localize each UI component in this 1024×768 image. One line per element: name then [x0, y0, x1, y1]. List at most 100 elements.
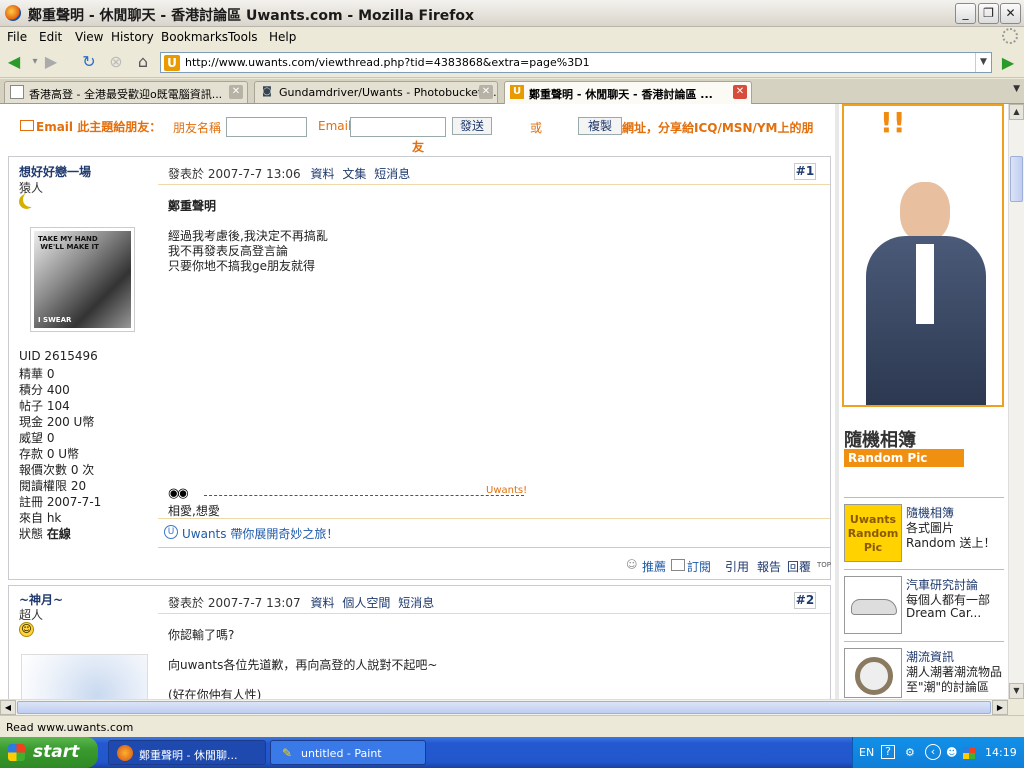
- or-label: 或: [530, 121, 543, 135]
- tray-flag-icon[interactable]: [963, 747, 975, 759]
- recommend-icon: ☺: [626, 558, 638, 571]
- menu-history[interactable]: History: [111, 30, 154, 44]
- tray-settings-icon[interactable]: ⚙: [905, 746, 915, 759]
- camera-icon: ◙: [262, 86, 272, 97]
- help-icon[interactable]: ?: [881, 745, 895, 759]
- stat-read-permission: 閱讀權限 20: [19, 479, 87, 493]
- back-icon[interactable]: ◀: [3, 52, 25, 72]
- stat-register-date: 註冊 2007-7-1: [19, 495, 102, 509]
- post-1-author-panel: 想好好戀一場 猿人 TAKE MY HAND WE'LL MAKE IT I S…: [9, 157, 157, 579]
- friend-name-input[interactable]: [226, 117, 307, 137]
- uwants-logo-icon: U: [164, 525, 178, 539]
- reload-icon[interactable]: ↻: [78, 52, 100, 72]
- send-button[interactable]: 發送: [452, 117, 492, 135]
- status-text: Read www.uwants.com: [6, 721, 134, 734]
- smiley-icon: ☺: [19, 622, 34, 637]
- link-profile[interactable]: 資料: [311, 596, 335, 610]
- author-name[interactable]: 想好好戀一場: [19, 163, 91, 180]
- tab-photobucket[interactable]: ◙ Gundamdriver/Uwants - Photobucket -...…: [254, 81, 498, 103]
- window-title: 鄭重聲明 - 休閒聊天 - 香港討論區 Uwants.com - Mozilla…: [28, 8, 475, 24]
- forward-icon[interactable]: ▶: [40, 52, 62, 72]
- ad-banner[interactable]: !!: [842, 104, 1004, 407]
- go-arrow-icon[interactable]: ▶: [998, 53, 1018, 73]
- reply-button[interactable]: 回覆: [787, 558, 811, 575]
- scroll-thumb[interactable]: [1010, 156, 1023, 202]
- stat-from: 來自 hk: [19, 511, 62, 525]
- signature-divider: [204, 495, 524, 496]
- stop-icon[interactable]: ⊗: [105, 52, 127, 72]
- home-icon[interactable]: ⌂: [132, 52, 154, 72]
- address-bar[interactable]: U http://www.uwants.com/viewthread.php?t…: [160, 52, 992, 73]
- report-button[interactable]: 報告: [757, 558, 781, 575]
- link-message[interactable]: 短消息: [398, 596, 434, 610]
- window-titlebar[interactable]: 鄭重聲明 - 休閒聊天 - 香港討論區 Uwants.com - Mozilla…: [0, 0, 1024, 27]
- scroll-corner: [1008, 699, 1024, 715]
- restore-button[interactable]: ❐: [978, 3, 999, 24]
- friend-email-input[interactable]: [350, 117, 446, 137]
- url-dropdown-icon[interactable]: ▼: [975, 53, 991, 72]
- horizontal-scrollbar[interactable]: ◀ ▶: [0, 699, 1008, 715]
- stat-status: 狀態 在線: [19, 525, 71, 542]
- tray-arrow-icon[interactable]: ‹: [925, 744, 941, 760]
- menu-bar: File Edit View History Bookmarks Tools H…: [0, 27, 1024, 47]
- scroll-down-icon[interactable]: ▼: [1009, 683, 1024, 699]
- tab-bar: 香港高登 - 全港最受歡迎o既電腦資訊... ✕ ◙ Gundamdriver/…: [0, 79, 1024, 104]
- url-text[interactable]: http://www.uwants.com/viewthread.php?tid…: [185, 56, 590, 69]
- top-button[interactable]: TOP: [817, 561, 831, 569]
- tab-close-icon[interactable]: ✕: [229, 85, 243, 99]
- throbber-icon: [1002, 28, 1018, 44]
- link-profile[interactable]: 資料: [311, 167, 335, 181]
- tab-list-dropdown-icon[interactable]: ▼: [1013, 84, 1020, 94]
- copy-button[interactable]: 複製: [578, 117, 622, 135]
- tray-users-icon[interactable]: ☻: [946, 746, 957, 759]
- stat-posts: 帖子 104: [19, 399, 70, 413]
- scroll-thumb[interactable]: [17, 701, 991, 714]
- tab-close-icon[interactable]: ✕: [479, 85, 493, 99]
- post-number[interactable]: #2: [794, 592, 816, 609]
- ad-item-car[interactable]: 汽車研究討論 每個人都有一部 Dream Car...: [844, 576, 1004, 638]
- menu-file[interactable]: File: [7, 30, 27, 44]
- link-space[interactable]: 個人空間: [342, 596, 390, 610]
- language-indicator[interactable]: EN: [859, 746, 874, 759]
- menu-help[interactable]: Help: [269, 30, 296, 44]
- post-1: 想好好戀一場 猿人 TAKE MY HAND WE'LL MAKE IT I S…: [8, 156, 831, 580]
- share-text: 網址，分享給ICQ/MSN/YM上的朋: [622, 121, 814, 135]
- post-number[interactable]: #1: [794, 163, 816, 180]
- vertical-scrollbar[interactable]: ▲ ▼: [1008, 104, 1024, 699]
- clock: 14:19: [985, 746, 1017, 759]
- email-friend-title: Email 此主題給朋友：: [36, 120, 162, 134]
- scroll-right-icon[interactable]: ▶: [992, 700, 1008, 715]
- task-firefox[interactable]: 鄭重聲明 - 休閒聊...: [108, 740, 266, 765]
- promo-link[interactable]: Uwants 帶你展開奇妙之旅！: [182, 525, 338, 542]
- scroll-up-icon[interactable]: ▲: [1009, 104, 1024, 120]
- tab-close-icon[interactable]: ✕: [733, 85, 747, 99]
- menu-bookmarks[interactable]: Bookmarks: [161, 30, 228, 44]
- quote-button[interactable]: 引用: [725, 558, 749, 575]
- recommend-button[interactable]: 推薦: [642, 558, 666, 575]
- menu-edit[interactable]: Edit: [39, 30, 62, 44]
- status-bar: Read www.uwants.com: [0, 715, 1024, 737]
- subscribe-button[interactable]: 訂閱: [687, 558, 711, 575]
- start-label: start: [33, 742, 80, 762]
- ad-item-trend[interactable]: 潮流資訊 潮人潮著潮流物品 至"潮"的討論區: [844, 648, 1004, 698]
- avatar-caption-bottom: I SWEAR: [38, 316, 72, 324]
- task-paint[interactable]: ✎ untitled - Paint: [270, 740, 426, 765]
- link-collection[interactable]: 文集: [342, 167, 366, 181]
- minimize-button[interactable]: _: [955, 3, 976, 24]
- post-1-header: 發表於 2007-7-7 13:06 資料 文集 短消息 #1: [158, 157, 830, 185]
- ad-item-random[interactable]: Uwants Random Pic 隨機相簿 各式圖片 Random 送上！: [844, 504, 1004, 566]
- scroll-left-icon[interactable]: ◀: [0, 700, 16, 715]
- menu-view[interactable]: View: [75, 30, 103, 44]
- tab-uwants-active[interactable]: U 鄭重聲明 - 休閒聊天 - 香港討論區 ... ✕: [504, 81, 752, 104]
- start-button[interactable]: start: [0, 737, 98, 768]
- tab-hkgolden[interactable]: 香港高登 - 全港最受歡迎o既電腦資訊... ✕: [4, 81, 248, 103]
- link-message[interactable]: 短消息: [374, 167, 410, 181]
- moon-icon: [19, 194, 34, 209]
- post-line: 向uwants各位先道歉，再向高登的人說對不起吧~: [168, 658, 438, 672]
- stat-uid: UID 2615496: [19, 349, 98, 363]
- post-meta: 發表於 2007-7-7 13:07 資料 個人空間 短消息: [168, 594, 434, 611]
- menu-tools[interactable]: Tools: [228, 30, 258, 44]
- system-tray: EN ? ⚙ ‹ ☻ 14:19: [852, 737, 1024, 768]
- status-online: 在線: [46, 527, 71, 541]
- close-button[interactable]: ✕: [1000, 3, 1021, 24]
